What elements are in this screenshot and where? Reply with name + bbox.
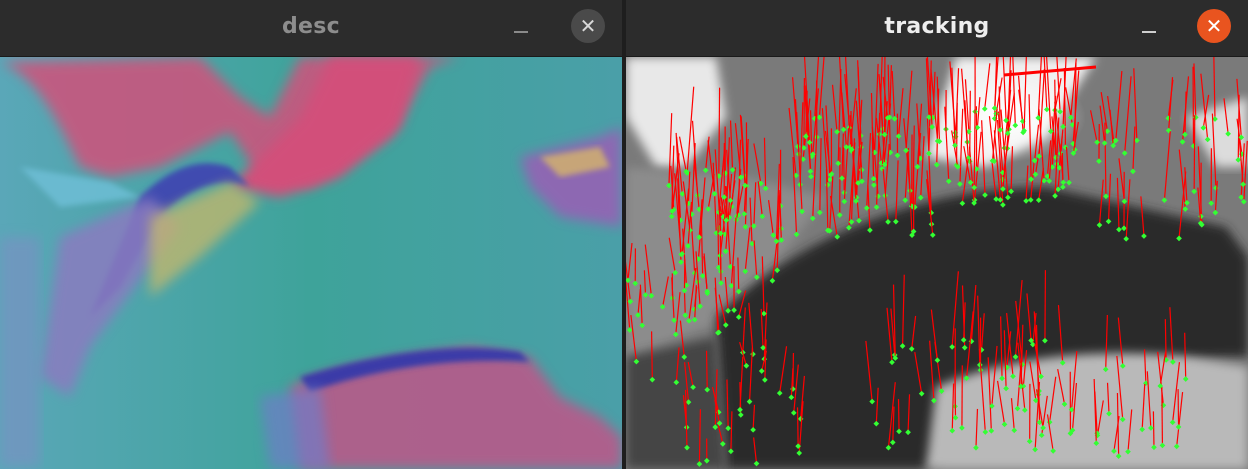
track-line	[897, 399, 900, 432]
track-line	[1193, 115, 1196, 192]
desc-window: desc ✕	[0, 0, 622, 469]
track-line	[683, 290, 686, 316]
track-line	[718, 87, 721, 177]
track-line	[796, 407, 799, 447]
track-line	[955, 102, 958, 166]
desc-titlebar[interactable]: desc ✕	[0, 0, 622, 57]
track-line	[973, 108, 976, 188]
tracking-window: tracking ✕	[626, 0, 1248, 469]
track-line	[1161, 386, 1164, 446]
track-line	[842, 147, 845, 193]
desc-image-view	[0, 57, 622, 469]
desc-close-icon[interactable]: ✕	[571, 9, 605, 43]
desc-minimize-icon[interactable]	[506, 12, 536, 42]
track-line	[1152, 411, 1155, 448]
track-line	[705, 350, 708, 390]
tracking-close-icon[interactable]: ✕	[1197, 9, 1231, 43]
track-line	[954, 374, 957, 418]
descriptor-visualization	[0, 57, 622, 469]
track-line	[717, 210, 720, 268]
tracking-titlebar[interactable]: tracking ✕	[626, 0, 1248, 57]
tracking-image-view	[626, 57, 1248, 469]
tracking-minimize-icon[interactable]	[1134, 12, 1164, 42]
track-line	[650, 331, 653, 380]
tracking-visualization	[626, 57, 1248, 469]
